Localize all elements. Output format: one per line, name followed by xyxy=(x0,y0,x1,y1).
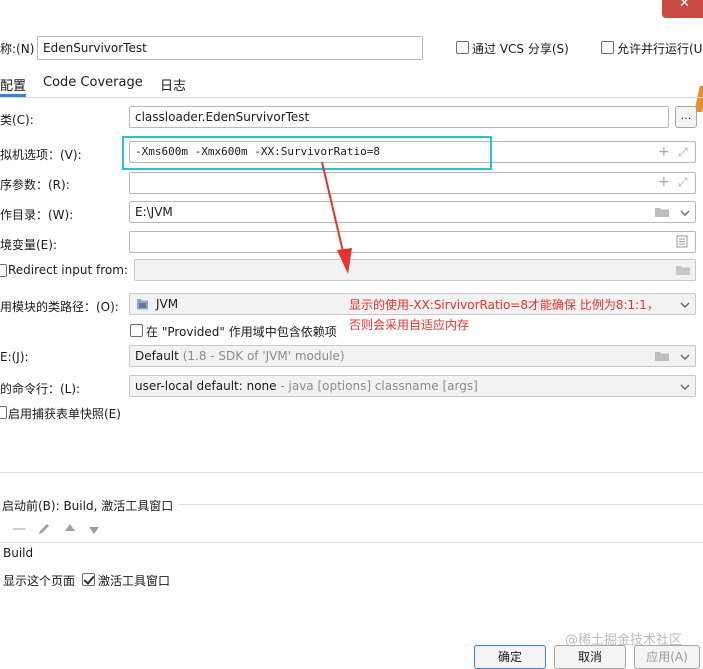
watermark: @稀土掘金技术社区 xyxy=(565,633,683,648)
cancel-button-label: 取消 xyxy=(577,650,602,664)
classpath-label: 用模块的类路径：(O): xyxy=(0,300,119,314)
redirect-input-label: Redirect input from: xyxy=(8,263,128,277)
main-class-label: 类(C): xyxy=(0,113,34,127)
apply-button-label: 应用(A) xyxy=(646,650,688,664)
program-args-label: 序参数：(R): xyxy=(0,178,70,192)
chevron-down-icon[interactable] xyxy=(680,300,690,310)
remove-icon[interactable]: — xyxy=(12,521,26,537)
classpath-value: JVM xyxy=(156,297,179,311)
toolbar-divider xyxy=(0,542,703,543)
folder-icon xyxy=(676,266,690,275)
tab-logs[interactable]: 日志 xyxy=(160,75,186,94)
env-vars-label: 境变量(E): xyxy=(0,238,57,252)
ok-button[interactable]: 确定 xyxy=(474,645,546,669)
shorten-cmdline-select[interactable]: user-local default: none - java [options… xyxy=(129,375,696,397)
shorten-cmdline-hint: - java [options] classname [args] xyxy=(280,379,478,393)
expand-vm-icon[interactable]: ⤢ xyxy=(678,145,688,159)
jre-select[interactable]: Default (1.8 - SDK of 'JVM' module) xyxy=(129,345,696,367)
jre-label: E:(J): xyxy=(0,350,29,364)
tab-code-coverage[interactable]: Code Coverage xyxy=(43,75,143,90)
expand-args-icon[interactable]: ⤢ xyxy=(678,175,688,189)
redirect-input-field xyxy=(134,259,696,281)
name-input[interactable]: EdenSurvivorTest xyxy=(37,36,423,60)
show-page-label: 显示这个页面 xyxy=(3,574,76,588)
edit-icon[interactable] xyxy=(37,522,51,536)
activate-tool-window-label: 激活工具窗口 xyxy=(98,574,171,588)
folder-icon[interactable] xyxy=(654,350,670,362)
bottom-divider xyxy=(0,472,703,473)
ok-button-label: 确定 xyxy=(497,650,522,664)
cancel-button[interactable]: 取消 xyxy=(554,645,626,669)
shorten-cmdline-label: 的命令行：(L): xyxy=(0,382,81,396)
program-args-input[interactable] xyxy=(129,172,696,194)
annotation-line-1: 显示的使用-XX:SirvivorRatio=8才能确保 比例为8:1:1， xyxy=(349,298,659,312)
jre-hint: (1.8 - SDK of 'JVM' module) xyxy=(182,349,345,363)
redirect-input-checkbox[interactable] xyxy=(0,264,7,277)
provided-scope-label: 在 "Provided" 作用域中包含依赖项 xyxy=(146,325,337,339)
allow-parallel-label: 允许并行运行(U xyxy=(617,42,703,56)
move-up-icon[interactable] xyxy=(64,523,76,535)
allow-parallel-checkbox[interactable] xyxy=(601,41,614,54)
provided-scope-checkbox[interactable] xyxy=(130,324,143,337)
chevron-down-icon[interactable] xyxy=(680,208,690,218)
folder-icon[interactable] xyxy=(654,206,670,218)
annotation-line-2: 否则会采用自适应内存 xyxy=(349,318,470,332)
main-class-input[interactable]: classloader.EdenSurvivorTest xyxy=(129,106,669,128)
workdir-input[interactable]: E:\JVM xyxy=(129,201,696,223)
jre-default: Default xyxy=(135,349,179,363)
workdir-label: 作目录：(W): xyxy=(0,208,74,222)
vm-options-label: 拟机选项：(V): xyxy=(0,148,82,162)
env-vars-input[interactable] xyxy=(129,231,696,253)
annotation-arrow xyxy=(321,161,352,274)
vcs-share-checkbox[interactable] xyxy=(456,41,469,54)
move-down-icon[interactable] xyxy=(88,523,100,535)
vcs-share-label: 通过 VCS 分享(S) xyxy=(472,42,569,56)
shorten-cmdline-value: user-local default: none xyxy=(135,379,277,393)
chevron-down-icon[interactable] xyxy=(680,382,690,392)
name-label: 称:(N) xyxy=(0,42,35,56)
tabs-divider xyxy=(0,97,703,98)
expand-vm-plus-icon[interactable]: + xyxy=(658,145,670,159)
browse-class-button[interactable]: ... xyxy=(675,106,697,128)
capture-snapshot-label: 启用捕获表单快照(E) xyxy=(8,407,121,421)
module-icon xyxy=(137,299,148,310)
chevron-down-icon[interactable] xyxy=(680,352,690,362)
before-launch-title: 启动前(B): Build, 激活工具窗口 xyxy=(2,499,174,513)
window-close-button[interactable]: ✕ xyxy=(662,0,703,18)
apply-button[interactable]: 应用(A) xyxy=(634,645,700,669)
before-launch-item[interactable]: Build xyxy=(3,546,33,560)
capture-snapshot-checkbox[interactable] xyxy=(0,406,7,419)
before-launch-rule xyxy=(178,504,703,505)
close-icon: ✕ xyxy=(679,0,690,11)
activate-tool-window-checkbox[interactable] xyxy=(82,573,95,586)
document-icon[interactable] xyxy=(676,235,688,248)
tab-config[interactable]: 配置 xyxy=(0,75,26,94)
expand-args-plus-icon[interactable]: + xyxy=(658,175,670,189)
vm-options-highlight-box xyxy=(122,136,492,170)
